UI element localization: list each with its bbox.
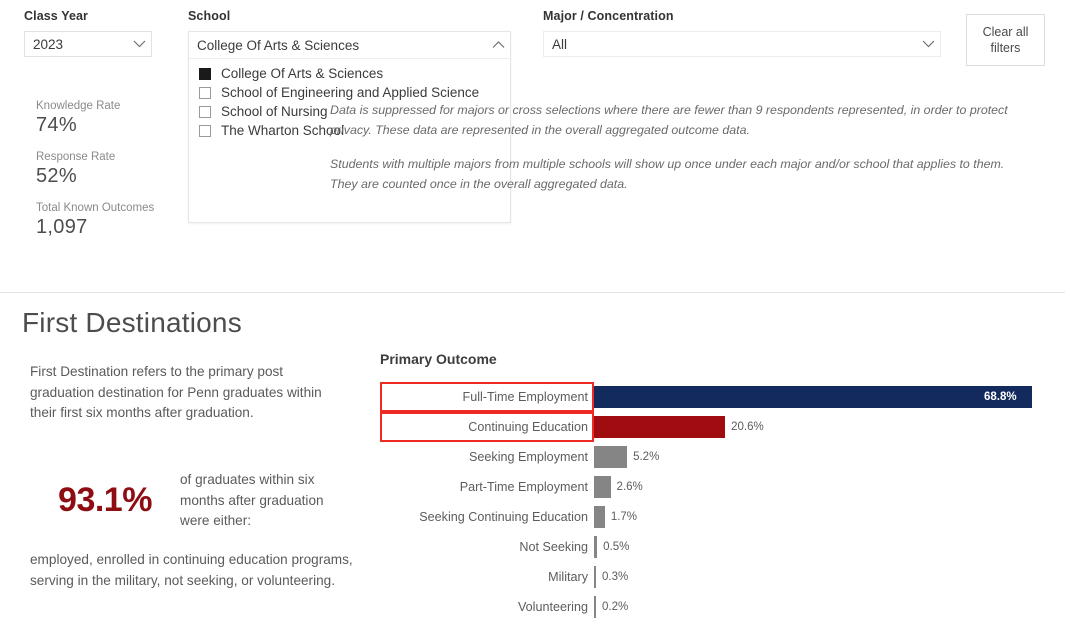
bar-category-label: Not Seeking <box>519 540 588 554</box>
bar[interactable] <box>594 446 628 468</box>
bar-track: 0.5% <box>594 532 1080 562</box>
school-combo-header[interactable]: College Of Arts & Sciences <box>189 32 510 59</box>
checkbox-icon[interactable] <box>199 86 211 99</box>
kpi-knowledge-rate: Knowledge Rate 74% <box>36 100 186 137</box>
bar-category-label-box[interactable]: Not Seeking <box>380 532 594 562</box>
school-selected-value: College Of Arts & Sciences <box>197 37 360 53</box>
school-option-label: School of Engineering and Applied Scienc… <box>221 85 480 100</box>
hero-caption: of graduates within six months after gra… <box>180 472 324 528</box>
school-option-label: School of Nursing <box>221 104 328 119</box>
school-option-label: The Wharton School <box>221 123 345 138</box>
page-title: First Destinations <box>22 307 242 338</box>
bar-category-label: Volunteering <box>517 600 588 614</box>
bar-track: 0.2% <box>594 592 1080 622</box>
primary-outcome-bar-chart: Full-Time Employment 68.8% Continuing Educ… <box>380 382 1080 622</box>
class-year-label: Class Year <box>24 9 89 23</box>
bar-category-label-box[interactable]: Full-Time Employment <box>380 382 594 412</box>
footnotes: Data is suppressed for majors or cross s… <box>330 100 1030 208</box>
bar-category-label: Military <box>548 570 588 584</box>
bar-category-label-box[interactable]: Seeking Continuing Education <box>380 502 594 532</box>
bar-value-label: 0.5% <box>603 541 630 553</box>
bar-row[interactable]: Volunteering 0.2% <box>380 592 1080 622</box>
bar[interactable] <box>594 506 605 528</box>
bar-category-label-box[interactable]: Part-Time Employment <box>380 472 594 502</box>
major-filter: Major / Concentration All <box>543 9 943 57</box>
bar-category-label: Seeking Employment <box>468 450 588 464</box>
kpi-label: Response Rate <box>36 151 116 163</box>
kpi-label: Knowledge Rate <box>36 100 121 112</box>
bar-track: 68.8% <box>594 382 1080 412</box>
bar-row[interactable]: Continuing Education 20.6% <box>380 412 1080 442</box>
kpi-total-known-outcomes: Total Known Outcomes 1,097 <box>36 202 186 239</box>
bar-category-label-box[interactable]: Military <box>380 562 594 592</box>
chevron-up-icon[interactable] <box>486 41 510 49</box>
hero-percent: 93.1% <box>58 481 152 520</box>
bar-row[interactable]: Seeking Employment 5.2% <box>380 442 1080 472</box>
kpi-stack: Knowledge Rate 74% Response Rate 52% Tot… <box>36 100 186 253</box>
school-option-label: College Of Arts & Sciences <box>221 66 384 81</box>
bar-track: 1.7% <box>594 502 1080 532</box>
bar-value-label: 0.2% <box>602 601 629 613</box>
checkbox-icon[interactable] <box>199 105 211 118</box>
bar-track: 5.2% <box>594 442 1080 472</box>
bar-value-label: 2.6% <box>616 481 643 493</box>
class-year-filter: Class Year 2023 <box>24 9 154 57</box>
bar-category-label: Full-Time Employment <box>462 390 589 404</box>
school-label: School <box>188 9 231 23</box>
class-year-dropdown[interactable]: 2023 <box>24 31 152 57</box>
kpi-label: Total Known Outcomes <box>36 202 155 214</box>
bar-value-label: 1.7% <box>610 511 638 523</box>
kpi-value: 52% <box>36 165 77 187</box>
bar-category-label-box[interactable]: Volunteering <box>380 592 594 622</box>
kpi-response-rate: Response Rate 52% <box>36 151 186 188</box>
bar[interactable] <box>594 476 611 498</box>
bar-category-label-box[interactable]: Seeking Employment <box>380 442 594 472</box>
chart-title: Primary Outcome <box>380 351 497 367</box>
bar-value-label: 20.6% <box>731 421 764 433</box>
checkbox-icon[interactable] <box>199 124 211 137</box>
bar[interactable] <box>594 566 596 588</box>
bar-row[interactable]: Part-Time Employment 2.6% <box>380 472 1080 502</box>
chevron-down-icon[interactable] <box>916 40 940 48</box>
checkbox-checked-icon[interactable] <box>199 67 211 80</box>
hero-tail-text: employed, enrolled in continuing educati… <box>30 552 353 588</box>
bar-value-label: 68.8% <box>984 391 1017 403</box>
bar[interactable] <box>594 536 598 558</box>
bar[interactable] <box>594 596 596 618</box>
class-year-value: 2023 <box>33 36 64 52</box>
bar-row[interactable]: Not Seeking 0.5% <box>380 532 1080 562</box>
bar-category-label: Continuing Education <box>468 420 588 434</box>
bar-category-label: Part-Time Employment <box>459 480 588 494</box>
major-dropdown[interactable]: All <box>543 31 941 57</box>
bar-category-label: Seeking Continuing Education <box>419 510 588 524</box>
kpi-value: 1,097 <box>36 216 88 238</box>
bar-row[interactable]: Seeking Continuing Education 1.7% <box>380 502 1080 532</box>
bar-row[interactable]: Full-Time Employment 68.8% <box>380 382 1080 412</box>
kpi-value: 74% <box>36 114 77 136</box>
clear-all-filters-button[interactable]: Clear all filters <box>966 14 1045 66</box>
first-destination-description: First Destination refers to the primary … <box>30 364 322 420</box>
section-divider <box>0 292 1065 293</box>
bar-value-label: 5.2% <box>633 451 660 463</box>
bar[interactable] <box>594 386 1032 408</box>
hero-stat: 93.1% of graduates within six months aft… <box>30 470 370 532</box>
bar-track: 0.3% <box>594 562 1080 592</box>
footnote-suppression: Data is suppressed for majors or cross s… <box>330 103 1008 137</box>
bar-track: 2.6% <box>594 472 1080 502</box>
bar-category-label-box[interactable]: Continuing Education <box>380 412 594 442</box>
school-option-cas[interactable]: College Of Arts & Sciences <box>189 64 510 83</box>
bar[interactable] <box>594 416 726 438</box>
bar-value-label: 0.3% <box>602 571 629 583</box>
footnote-multiple-majors: Students with multiple majors from multi… <box>330 157 1005 191</box>
bar-track: 20.6% <box>594 412 1080 442</box>
major-label: Major / Concentration <box>543 9 674 23</box>
major-value: All <box>552 36 568 52</box>
filter-panel: Class Year 2023 School College Of Arts &… <box>0 0 1080 293</box>
bar-row[interactable]: Military 0.3% <box>380 562 1080 592</box>
chevron-down-icon[interactable] <box>127 40 151 48</box>
